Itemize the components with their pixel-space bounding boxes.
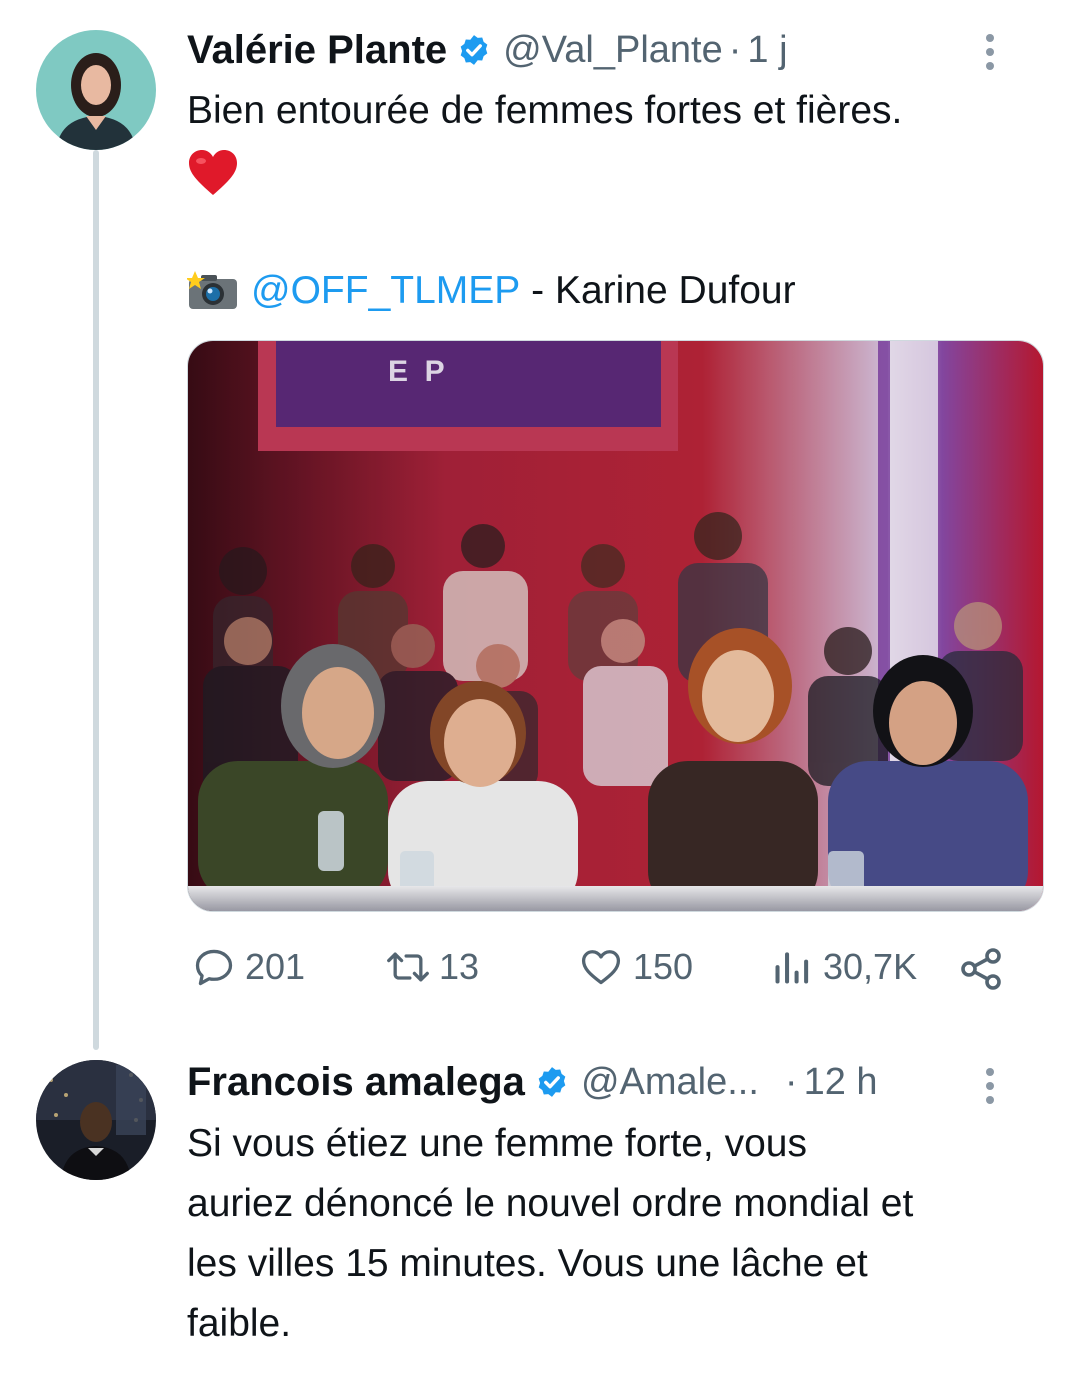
reply-body: Francois amalega @Amale... · 12 h Si vou… — [187, 1054, 1044, 1354]
reply-time[interactable]: 12 h — [804, 1061, 878, 1104]
separator-dot: · — [784, 1060, 798, 1103]
photo-credit: @OFF_TLMEP - Karine Dufour — [187, 261, 1044, 321]
tweet-header: Valérie Plante @Val_Plante · 1 j — [187, 22, 1044, 78]
reply-text-line: auriez dénoncé le nouvel ordre mondial e… — [187, 1182, 914, 1225]
thread-line — [93, 150, 99, 1050]
tweet-text-line: Bien entourée de femmes fortes et fières… — [187, 89, 903, 132]
credit-text: - Karine Dufour — [520, 269, 796, 312]
tweet-text: Bien entourée de femmes fortes et fières… — [187, 81, 1044, 321]
author-name[interactable]: Valérie Plante — [187, 28, 447, 73]
camera-flash-icon — [187, 271, 237, 309]
separator-dot: · — [728, 28, 742, 71]
retweet-count: 13 — [439, 946, 480, 987]
reply-author-handle[interactable]: @Amale... — [581, 1061, 759, 1104]
more-options-icon[interactable] — [984, 34, 996, 70]
retweet-button[interactable]: 13 — [381, 945, 479, 989]
reply-button[interactable]: 201 — [191, 945, 305, 989]
reply-text-line: faible. — [187, 1302, 292, 1345]
like-button[interactable]: 150 — [577, 945, 693, 989]
views-button[interactable]: 30,7K — [769, 945, 917, 989]
author-avatar[interactable] — [36, 30, 156, 150]
author-handle[interactable]: @Val_Plante — [503, 29, 723, 72]
reply-icon — [195, 949, 233, 986]
reply-text-line: les villes 15 minutes. Vous une lâche et — [187, 1242, 868, 1285]
credit-mention-link[interactable]: @OFF_TLMEP — [251, 261, 520, 321]
view-count: 30,7K — [823, 946, 918, 987]
tweet-actions: 201 13 150 30,7K — [187, 945, 1007, 1005]
tweet-photo[interactable]: E P — [187, 340, 1044, 912]
reply-tweet[interactable]: Francois amalega @Amale... · 12 h Si vou… — [0, 1050, 1080, 1378]
like-count: 150 — [633, 946, 694, 987]
reply-text-line: Si vous étiez une femme forte, vous — [187, 1122, 807, 1165]
like-heart-icon — [581, 950, 621, 985]
tweet-body: Valérie Plante @Val_Plante · 1 j Bien en… — [187, 22, 1044, 321]
reply-author-name[interactable]: Francois amalega — [187, 1060, 525, 1105]
tweet-time[interactable]: 1 j — [747, 29, 787, 72]
verified-badge-icon — [460, 35, 488, 65]
views-chart-icon — [775, 952, 809, 984]
share-icon — [961, 948, 1001, 990]
reply-count: 201 — [245, 946, 306, 987]
retweet-icon — [387, 952, 429, 982]
main-tweet[interactable]: Valérie Plante @Val_Plante · 1 j Bien en… — [0, 0, 1080, 1050]
heart-emoji — [187, 141, 1044, 201]
reply-more-options-icon[interactable] — [984, 1068, 996, 1104]
reply-header: Francois amalega @Amale... · 12 h — [187, 1054, 1044, 1110]
reply-author-avatar[interactable] — [36, 1060, 156, 1180]
share-button[interactable] — [957, 945, 1005, 993]
reply-text: Si vous étiez une femme forte, vous auri… — [187, 1114, 1044, 1354]
verified-badge-icon — [538, 1067, 566, 1097]
